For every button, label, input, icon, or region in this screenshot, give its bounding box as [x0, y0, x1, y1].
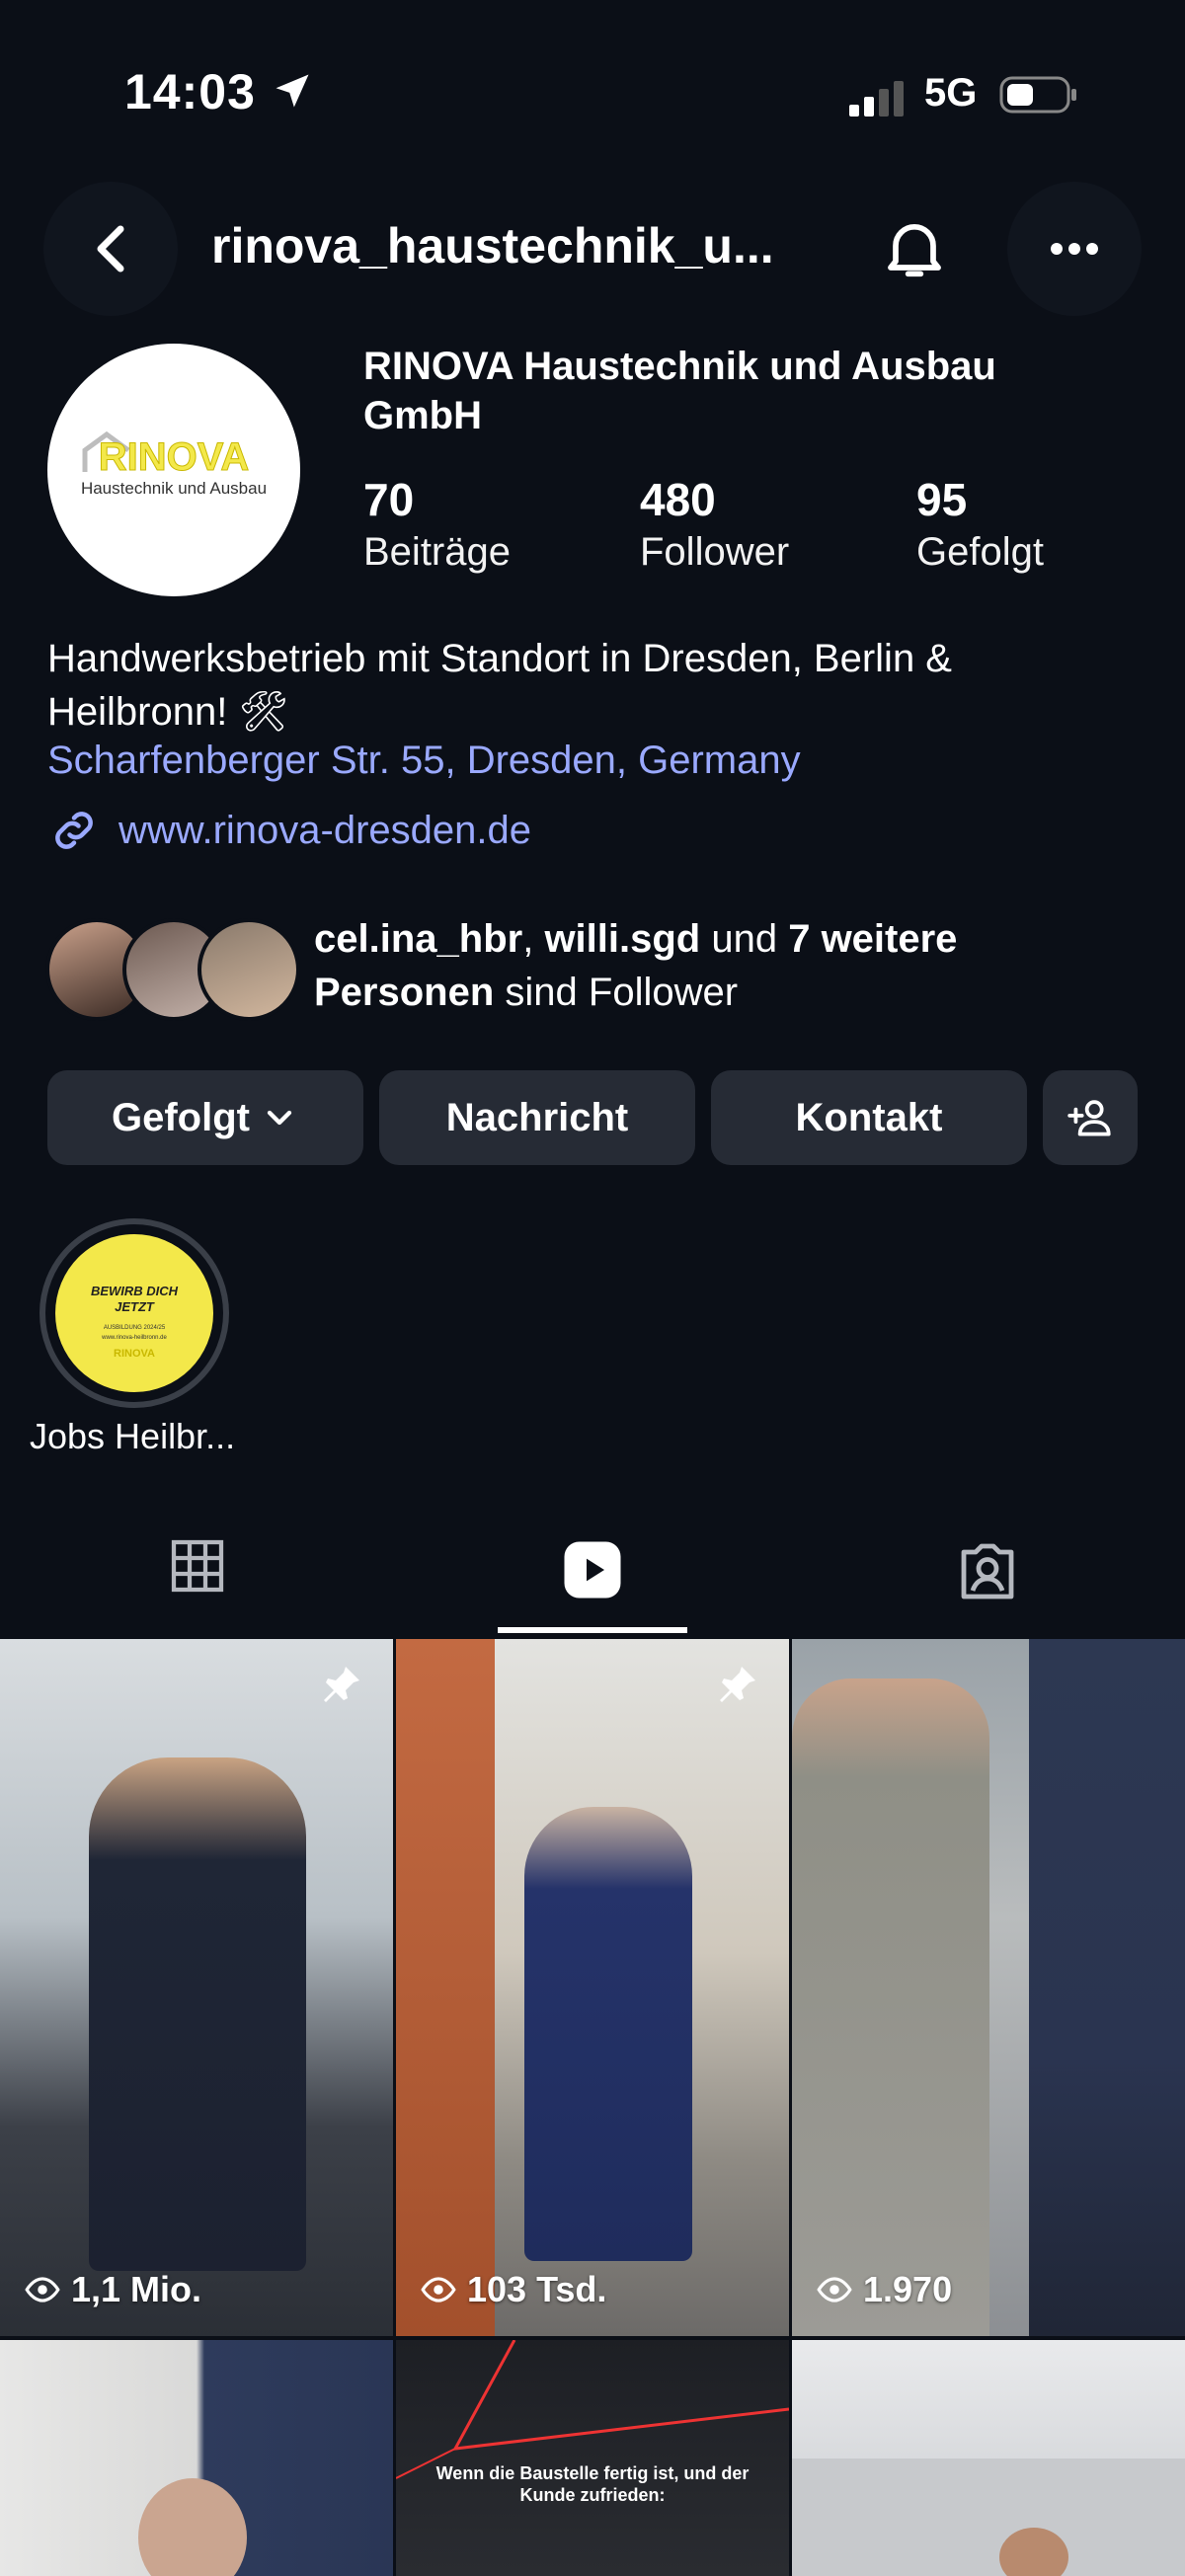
reel-caption: Wenn die Baustelle fertig ist, und der K… [435, 2463, 750, 2505]
reel-tile[interactable]: 1,1 Mio. [0, 1639, 393, 2336]
reel-thumbnail [524, 1807, 692, 2261]
views-icon [421, 2277, 456, 2303]
reel-tile[interactable] [792, 2340, 1185, 2576]
reel-thumbnail [1029, 1639, 1185, 2336]
reel-tile[interactable] [0, 2340, 393, 2576]
views-icon [25, 2277, 60, 2303]
profile-bio: Handwerksbetrieb mit Standort in Dresden… [47, 637, 952, 734]
mutual-suffix: sind Follower [494, 971, 739, 1014]
cover-line: BEWIRB DICH [91, 1284, 179, 1298]
stat-following[interactable]: 95 Gefolgt [916, 472, 1044, 577]
stat-posts[interactable]: 70 Beiträge [363, 472, 511, 577]
logo-subtitle: Haustechnik und Ausbau [81, 479, 267, 498]
reel-thumbnail [792, 2459, 1185, 2576]
stat-followers[interactable]: 480 Follower [640, 472, 789, 577]
cover-brand: RINOVA [114, 1348, 155, 1360]
reel-views: 103 Tsd. [420, 2269, 606, 2310]
cellular-signal-icon [849, 81, 904, 117]
stat-value: 480 [640, 474, 716, 525]
separator: , [522, 917, 545, 961]
add-person-icon [1067, 1100, 1111, 1136]
tagged-tab-icon[interactable] [952, 1534, 1023, 1605]
profile-handle: rinova_haustechnik_u... [211, 218, 774, 273]
reel-thumbnail [396, 1639, 495, 2336]
suggest-people-button[interactable] [1043, 1070, 1138, 1165]
active-tab-indicator [498, 1627, 687, 1633]
views-count: 103 Tsd. [467, 2269, 607, 2309]
reel-thumbnail [792, 1678, 989, 2336]
story-highlight[interactable]: BEWIRB DICH JETZT AUSBILDUNG 2024/25 www… [40, 1218, 229, 1408]
highlight-cover: BEWIRB DICH JETZT AUSBILDUNG 2024/25 www… [55, 1234, 213, 1392]
mutual-followers-text[interactable]: cel.ina_hbr, willi.sgd und 7 weitere Per… [314, 912, 1144, 1019]
stat-label: Follower [640, 530, 790, 574]
cover-url: www.rinova-heilbronn.de [101, 1335, 167, 1341]
more-options-button[interactable] [1007, 182, 1142, 316]
contact-button[interactable]: Kontakt [711, 1070, 1027, 1165]
reel-thumbnail [138, 2478, 247, 2576]
views-icon [817, 2277, 852, 2303]
pin-icon [720, 1667, 755, 1702]
location-arrow-icon [276, 74, 309, 108]
message-button[interactable]: Nachricht [379, 1070, 695, 1165]
link-icon [55, 812, 93, 849]
stat-label: Gefolgt [916, 530, 1044, 574]
profile-website-link[interactable]: www.rinova-dresden.de [47, 804, 531, 857]
following-label: Gefolgt [112, 1095, 250, 1139]
battery-icon [999, 76, 1076, 114]
profile-full-name: RINOVA Haustechnik und Ausbau GmbH [363, 345, 996, 437]
reel-tile[interactable]: Wenn die Baustelle fertig ist, und der K… [396, 2340, 789, 2576]
following-button[interactable]: Gefolgt [47, 1070, 363, 1165]
views-count: 1,1 Mio. [71, 2269, 202, 2309]
highlight-label: Jobs Heilbr... [30, 1416, 236, 1456]
stat-label: Beiträge [363, 530, 511, 574]
reel-views: 1,1 Mio. [24, 2269, 201, 2310]
laser-lines [396, 2340, 789, 2479]
grid-tab-icon[interactable] [166, 1534, 229, 1598]
cover-small: AUSBILDUNG 2024/25 [104, 1325, 166, 1331]
stat-value: 95 [916, 474, 968, 525]
reel-views: 1.970 [816, 2269, 952, 2310]
profile-avatar[interactable]: RINOVA Haustechnik und Ausbau [47, 344, 300, 596]
network-type: 5G [924, 71, 978, 115]
views-count: 1.970 [863, 2269, 953, 2309]
reel-thumbnail [89, 1757, 306, 2271]
reels-tab-icon[interactable] [557, 1534, 628, 1605]
pin-icon [324, 1667, 359, 1702]
mutual-follower-name: willi.sgd [544, 917, 701, 961]
follower-avatar[interactable] [198, 918, 300, 1021]
chevron-left-icon [97, 225, 124, 273]
logo-wordmark: RINOVA [99, 435, 250, 479]
conjunction: und [700, 917, 789, 961]
reel-tile[interactable]: 1.970 [792, 1639, 1185, 2336]
chevron-down-icon [267, 1110, 292, 1126]
profile-location[interactable]: Scharfenberger Str. 55, Dresden, Germany [47, 739, 801, 783]
back-button[interactable] [43, 182, 178, 316]
highlight-cover-art: BEWIRB DICH JETZT AUSBILDUNG 2024/25 www… [85, 1254, 184, 1372]
rinova-logo: RINOVA Haustechnik und Ausbau [81, 430, 267, 498]
website-text: www.rinova-dresden.de [118, 808, 531, 852]
status-time: 14:03 [124, 63, 314, 120]
bell-icon[interactable] [877, 211, 952, 286]
ellipsis-icon [1051, 243, 1098, 255]
mutual-follower-name: cel.ina_hbr [314, 917, 523, 961]
reel-tile[interactable]: 103 Tsd. [396, 1639, 789, 2336]
stat-value: 70 [363, 474, 415, 525]
cover-line: JETZT [115, 1299, 155, 1314]
